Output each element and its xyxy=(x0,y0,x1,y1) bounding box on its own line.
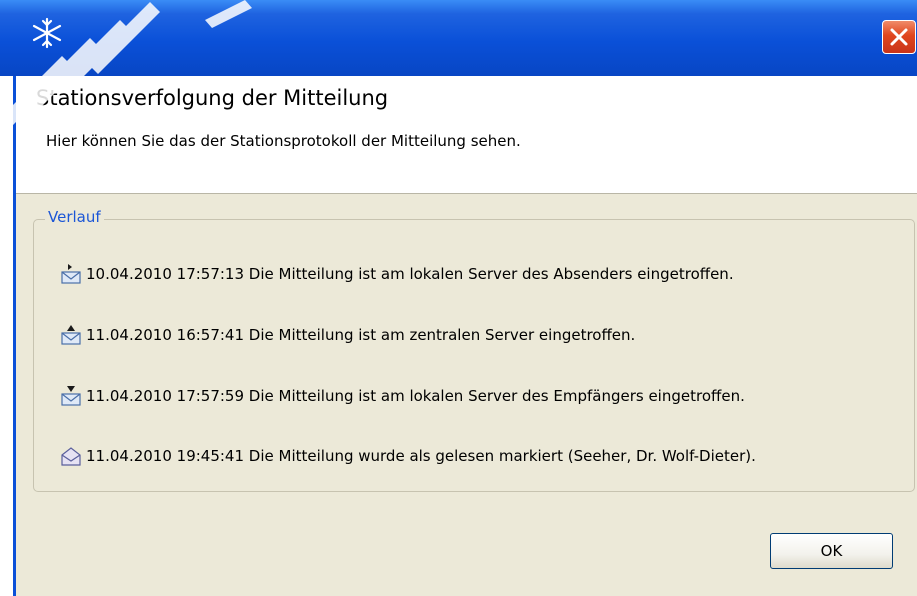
envelope-up-icon xyxy=(61,325,81,345)
history-entry-text: 10.04.2010 17:57:13 Die Mitteilung ist a… xyxy=(86,265,734,283)
history-entry-text: 11.04.2010 17:57:59 Die Mitteilung ist a… xyxy=(86,387,745,405)
envelope-down-icon xyxy=(61,386,81,406)
envelope-open-icon xyxy=(61,447,81,466)
dialog-window: Stationsverfolgung der Mitteilung Hier k… xyxy=(0,0,917,596)
envelope-sent-icon xyxy=(61,264,81,284)
history-entry: 11.04.2010 17:57:59 Die Mitteilung ist a… xyxy=(60,384,745,408)
history-legend: Verlauf xyxy=(45,208,104,226)
close-icon xyxy=(890,28,908,46)
history-entry: 11.04.2010 19:45:41 Die Mitteilung wurde… xyxy=(60,444,756,468)
history-entry-text: 11.04.2010 19:45:41 Die Mitteilung wurde… xyxy=(86,447,756,465)
history-entry: 10.04.2010 17:57:13 Die Mitteilung ist a… xyxy=(60,262,734,286)
dialog-header: Stationsverfolgung der Mitteilung Hier k… xyxy=(16,76,917,194)
dialog-description: Hier können Sie das der Stationsprotokol… xyxy=(46,132,521,150)
snowflake-icon xyxy=(32,17,62,49)
history-entry-text: 11.04.2010 16:57:41 Die Mitteilung ist a… xyxy=(86,326,636,344)
dialog-title: Stationsverfolgung der Mitteilung xyxy=(36,86,389,110)
ok-button[interactable]: OK xyxy=(770,533,893,569)
history-entry: 11.04.2010 16:57:41 Die Mitteilung ist a… xyxy=(60,323,635,347)
history-group: Verlauf 10.04.2010 17:57:13 Die Mitteilu… xyxy=(33,208,915,492)
close-button[interactable] xyxy=(882,20,916,54)
dialog-content: Verlauf 10.04.2010 17:57:13 Die Mitteilu… xyxy=(16,194,917,596)
title-bar[interactable] xyxy=(0,0,917,76)
